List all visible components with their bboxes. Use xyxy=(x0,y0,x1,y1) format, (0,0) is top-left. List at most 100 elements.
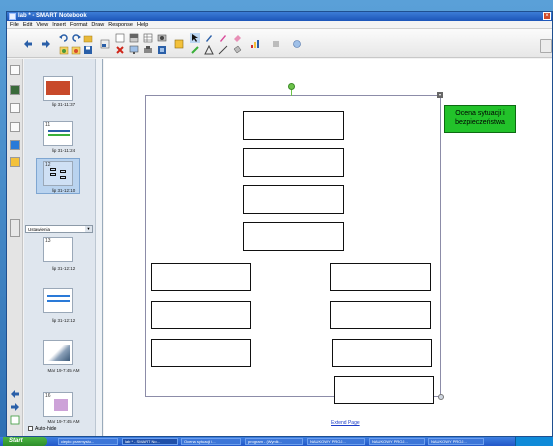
rotate-connector xyxy=(291,89,292,96)
page-icon[interactable] xyxy=(115,33,125,43)
menu-insert[interactable]: Insert xyxy=(52,21,66,28)
gallery-tab-icon[interactable] xyxy=(10,85,20,95)
diagram-box-2[interactable] xyxy=(243,148,344,177)
page-menu-dropdown[interactable]: Ustawienia ▼ xyxy=(25,225,93,233)
delete-icon[interactable] xyxy=(115,45,125,55)
page-sorter-tab-icon[interactable] xyxy=(10,65,20,75)
page-label-3: lip 31-12:10 xyxy=(51,188,76,193)
menu-file[interactable]: File xyxy=(10,21,19,28)
taskbar-item-2[interactable]: lab * - SMART No... xyxy=(122,438,178,445)
back-icon[interactable] xyxy=(23,39,33,49)
page-thumbnail-5[interactable] xyxy=(43,288,73,313)
start-button[interactable]: Start xyxy=(3,437,47,446)
diagram-box-4[interactable] xyxy=(243,222,344,251)
fill-icon[interactable] xyxy=(232,45,242,55)
text-icon[interactable] xyxy=(250,39,260,49)
menu-edit[interactable]: Edit xyxy=(23,21,32,28)
page-thumbnail-3[interactable]: 12 xyxy=(43,161,73,186)
diagram-box-9[interactable] xyxy=(330,301,431,329)
window-title: lab * - SMART Notebook xyxy=(18,13,87,19)
page-sorter: lip 31-11:37 11 lip 31-11:24 12 lip 31-1… xyxy=(24,59,103,436)
shape-icon[interactable] xyxy=(204,45,214,55)
forward-icon[interactable] xyxy=(41,39,51,49)
diagram-box-6[interactable] xyxy=(151,301,251,329)
menu-draw[interactable]: Draw xyxy=(91,21,104,28)
page-thumbnail-2[interactable]: 11 xyxy=(43,121,73,146)
taskbar: Start ciepło przemysłu... lab * - SMART … xyxy=(0,437,553,446)
menu-view[interactable]: View xyxy=(36,21,48,28)
smart-notebook-window: lab * - SMART Notebook × File Edit View … xyxy=(6,11,553,437)
properties-icon[interactable] xyxy=(271,39,281,49)
page-thumbnail-4[interactable]: 13 xyxy=(43,237,73,262)
gallery-icon[interactable] xyxy=(292,39,302,49)
add-page-side-icon[interactable] xyxy=(10,415,20,425)
taskbar-item-3[interactable]: Ocena sytuacji i... xyxy=(181,438,241,445)
eraser-icon[interactable] xyxy=(232,33,242,43)
magic-pen-icon[interactable] xyxy=(190,45,200,55)
auto-hide-checkbox[interactable]: Auto-hide xyxy=(28,426,56,432)
table-icon[interactable] xyxy=(143,33,153,43)
pen-icon[interactable] xyxy=(204,33,214,43)
page-label-7: Mar 19-7:45 AM xyxy=(47,419,80,424)
title-bar: lab * - SMART Notebook × xyxy=(7,12,552,21)
diagram-box-1[interactable] xyxy=(243,111,344,140)
sorter-scrollbar[interactable] xyxy=(95,59,102,436)
arrow-right-icon[interactable] xyxy=(10,402,20,412)
dual-page-icon[interactable] xyxy=(174,39,184,49)
document-camera-icon[interactable] xyxy=(143,45,153,55)
green-category-label[interactable]: Ocena sytuacji i bezpieczeństwa xyxy=(444,105,516,133)
page-thumbnail-7[interactable]: 16 xyxy=(43,392,73,417)
diagram-box-7[interactable] xyxy=(151,339,251,367)
taskbar-item-5[interactable]: NAUKOWY PROJ... xyxy=(307,438,365,445)
paperclip-icon[interactable] xyxy=(10,103,20,113)
diagram-box-11[interactable] xyxy=(334,376,434,404)
capture-icon[interactable] xyxy=(157,33,167,43)
checkbox[interactable] xyxy=(28,426,33,432)
save-icon[interactable] xyxy=(83,45,93,55)
folder-icon[interactable] xyxy=(83,33,93,43)
arrow-left-icon[interactable] xyxy=(10,389,20,399)
properties-tab-icon[interactable] xyxy=(10,122,20,132)
page-label-4: lip 31-12:12 xyxy=(51,266,76,271)
page-thumbnail-6[interactable] xyxy=(43,340,73,365)
object-menu-handle[interactable]: ▾ xyxy=(437,92,443,98)
toolbar-overflow[interactable] xyxy=(540,39,552,53)
menu-response[interactable]: Response xyxy=(108,21,133,28)
menu-format[interactable]: Format xyxy=(70,21,87,28)
addons-tab-icon[interactable] xyxy=(10,140,20,150)
diagram-box-10[interactable] xyxy=(332,339,432,367)
chevron-down-icon: ▼ xyxy=(85,226,92,232)
undo-icon[interactable] xyxy=(59,33,69,43)
extend-page-link[interactable]: Extend Page xyxy=(331,420,360,426)
creative-pen-icon[interactable] xyxy=(218,33,228,43)
toolbar xyxy=(7,29,552,58)
diagram-box-5[interactable] xyxy=(151,263,251,291)
open-icon[interactable] xyxy=(59,45,69,55)
taskbar-item-6[interactable]: NAUKOWY PROJ... xyxy=(369,438,425,445)
page-label-2: lip 31-11:24 xyxy=(51,148,76,153)
page-thumbnail-1[interactable] xyxy=(43,76,73,101)
page-label-6: Mar 19-7:45 AM xyxy=(47,368,80,373)
notebook-canvas[interactable]: ▾ Ocena sytuacji i bezpieczeństwa Extend… xyxy=(104,59,552,436)
diagram-box-3[interactable] xyxy=(243,185,344,214)
lesson-tab-icon[interactable] xyxy=(10,157,20,167)
redo-icon[interactable] xyxy=(71,33,81,43)
add-page-icon[interactable] xyxy=(100,39,110,49)
line-icon[interactable] xyxy=(218,45,228,55)
taskbar-item-7[interactable]: NAUKOWY PROJ... xyxy=(428,438,484,445)
close-button[interactable]: × xyxy=(543,12,551,20)
panel-resize-handle[interactable] xyxy=(10,219,20,237)
page-label-5: lip 31-12:12 xyxy=(51,318,76,323)
taskbar-item-4[interactable]: program - (Wynik... xyxy=(245,438,303,445)
rotate-handle[interactable] xyxy=(288,83,295,90)
fullscreen-icon[interactable] xyxy=(157,45,167,55)
display-icon[interactable] xyxy=(129,45,139,55)
paste-icon[interactable] xyxy=(71,45,81,55)
diagram-box-8[interactable] xyxy=(330,263,431,291)
menu-help[interactable]: Help xyxy=(137,21,148,28)
resize-handle[interactable] xyxy=(438,394,444,400)
screen-shade-icon[interactable] xyxy=(129,33,139,43)
taskbar-item-1[interactable]: ciepło przemysłu... xyxy=(58,438,118,445)
select-icon[interactable] xyxy=(190,33,200,43)
system-tray xyxy=(515,437,553,446)
